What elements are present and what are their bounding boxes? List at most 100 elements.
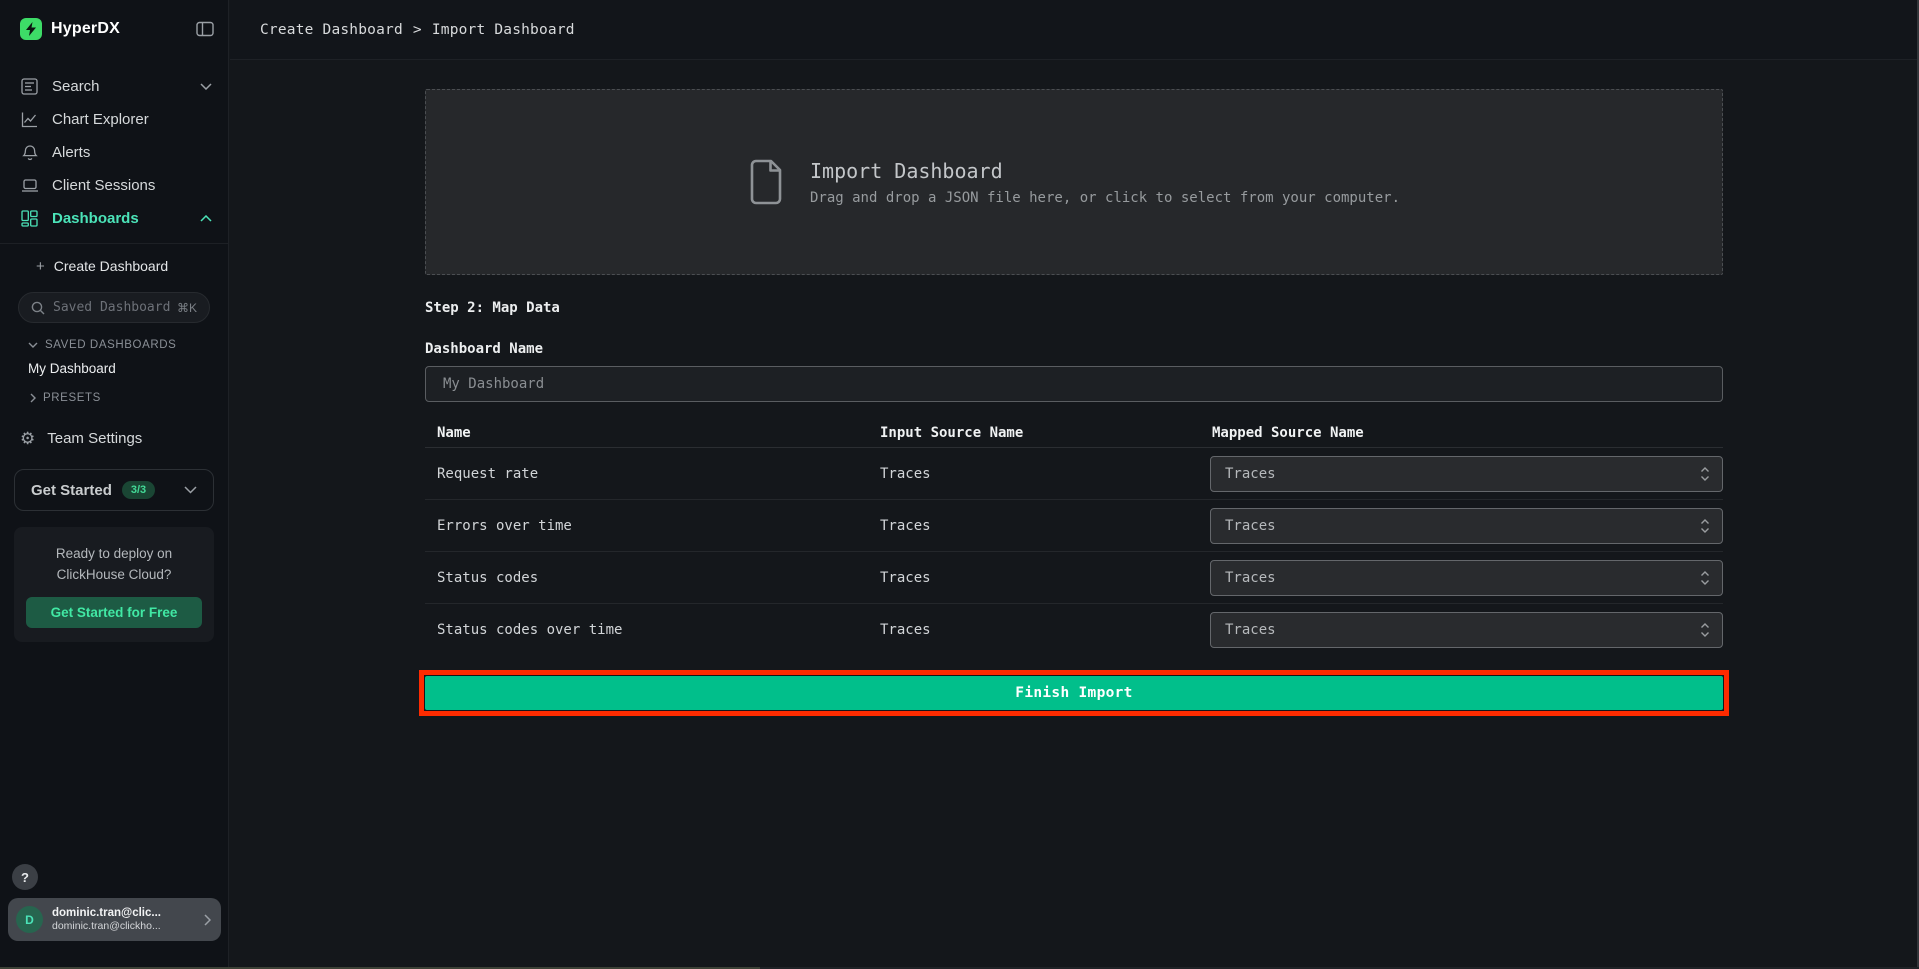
presets-section-toggle[interactable]: PRESETS — [30, 392, 228, 404]
get-started-toggle[interactable]: Get Started 3/3 — [14, 469, 214, 511]
sidebar-item-label: Alerts — [52, 144, 90, 161]
selected-source-value: Traces — [1225, 518, 1276, 534]
help-button[interactable]: ? — [12, 864, 38, 890]
top-bar: Create Dashboard > Import Dashboard — [230, 0, 1919, 60]
mapping-table: Name Input Source Name Mapped Source Nam… — [425, 418, 1723, 656]
input-source-cell: Traces — [868, 466, 1210, 482]
json-file-dropzone[interactable]: Import Dashboard Drag and drop a JSON fi… — [425, 89, 1723, 275]
logo-row: HyperDX — [0, 0, 228, 40]
hyperdx-logo-icon — [20, 18, 42, 40]
select-chevrons-icon — [1700, 466, 1710, 482]
saved-dashboards-section-toggle[interactable]: SAVED DASHBOARDS — [28, 339, 228, 351]
team-settings-button[interactable]: ⚙ Team Settings — [20, 430, 228, 447]
clickhouse-cloud-promo-card: Ready to deploy on ClickHouse Cloud? Get… — [14, 527, 214, 642]
laptop-icon — [20, 176, 39, 195]
dropzone-title: Import Dashboard — [810, 159, 1400, 183]
table-row: Status codes over time Traces Traces — [425, 604, 1723, 656]
sidebar: HyperDX Search Chart Explorer Alerts — [0, 0, 229, 969]
select-chevrons-icon — [1700, 518, 1710, 534]
column-header-input-source: Input Source Name — [868, 425, 1210, 441]
chevron-down-icon — [28, 342, 38, 348]
sidebar-item-label: Dashboards — [52, 210, 139, 227]
finish-import-button[interactable]: Finish Import — [425, 676, 1723, 710]
table-row: Errors over time Traces Traces — [425, 500, 1723, 552]
list-search-icon — [20, 77, 39, 96]
select-chevrons-icon — [1700, 622, 1710, 638]
create-dashboard-label: Create Dashboard — [54, 258, 168, 274]
get-started-label: Get Started — [31, 482, 112, 499]
saved-dashboard-item[interactable]: My Dashboard — [28, 361, 228, 376]
table-row: Request rate Traces Traces — [425, 448, 1723, 500]
breadcrumb-create-dashboard[interactable]: Create Dashboard — [260, 22, 403, 38]
promo-text-line1: Ready to deploy on — [26, 543, 202, 564]
mapped-source-select[interactable]: Traces — [1210, 456, 1723, 492]
column-header-mapped-source: Mapped Source Name — [1210, 425, 1723, 441]
get-started-free-button[interactable]: Get Started for Free — [26, 597, 202, 628]
chevron-up-icon — [200, 215, 212, 222]
saved-dashboards-header-label: SAVED DASHBOARDS — [45, 339, 176, 351]
gear-icon: ⚙ — [20, 430, 35, 447]
dropzone-inner: Import Dashboard Drag and drop a JSON fi… — [748, 159, 1400, 206]
selected-source-value: Traces — [1225, 622, 1276, 638]
dropzone-texts: Import Dashboard Drag and drop a JSON fi… — [810, 159, 1400, 206]
breadcrumb-import-dashboard[interactable]: Import Dashboard — [432, 22, 575, 38]
saved-dashboards-search[interactable]: ⌘K — [18, 292, 210, 323]
sidebar-item-dashboards[interactable]: Dashboards — [0, 202, 228, 235]
input-source-cell: Traces — [868, 518, 1210, 534]
chevron-down-icon — [200, 83, 212, 90]
sidebar-item-search[interactable]: Search — [0, 70, 228, 103]
chart-name-cell: Request rate — [425, 466, 868, 482]
input-source-cell: Traces — [868, 570, 1210, 586]
user-avatar: D — [16, 906, 43, 933]
mapped-source-select[interactable]: Traces — [1210, 560, 1723, 596]
bell-icon — [20, 143, 39, 162]
dropzone-subtitle: Drag and drop a JSON file here, or click… — [810, 190, 1400, 206]
user-name: dominic.tran@clic... — [52, 906, 161, 920]
chart-name-cell: Status codes — [425, 570, 868, 586]
get-started-progress-badge: 3/3 — [122, 481, 155, 499]
chart-name-cell: Errors over time — [425, 518, 868, 534]
breadcrumb-separator: > — [413, 22, 422, 38]
sidebar-item-chart-explorer[interactable]: Chart Explorer — [0, 103, 228, 136]
keyboard-shortcut-hint: ⌘K — [177, 301, 197, 315]
plus-icon: + — [36, 258, 45, 275]
sidebar-collapse-icon[interactable] — [196, 21, 214, 37]
input-source-cell: Traces — [868, 622, 1210, 638]
table-header-row: Name Input Source Name Mapped Source Nam… — [425, 418, 1723, 448]
step-heading: Step 2: Map Data — [425, 300, 1723, 316]
create-dashboard-button[interactable]: + Create Dashboard — [0, 244, 228, 288]
chevron-down-icon — [184, 486, 197, 494]
dashboard-grid-icon — [20, 209, 39, 228]
sidebar-item-client-sessions[interactable]: Client Sessions — [0, 169, 228, 202]
column-header-name: Name — [425, 425, 868, 441]
dashboard-name-input[interactable] — [425, 366, 1723, 402]
search-icon — [31, 301, 45, 315]
user-menu[interactable]: D dominic.tran@clic... dominic.tran@clic… — [8, 898, 221, 941]
selected-source-value: Traces — [1225, 466, 1276, 482]
sidebar-nav: Search Chart Explorer Alerts Client Sess… — [0, 70, 228, 235]
annotation-highlight-box: Finish Import — [425, 676, 1723, 710]
presets-header-label: PRESETS — [43, 392, 101, 404]
user-email: dominic.tran@clickho... — [52, 920, 161, 933]
app-title: HyperDX — [51, 20, 120, 38]
sidebar-item-alerts[interactable]: Alerts — [0, 136, 228, 169]
file-icon — [748, 159, 784, 205]
sidebar-item-label: Search — [52, 78, 100, 95]
sidebar-item-label: Chart Explorer — [52, 111, 149, 128]
chevron-right-icon — [30, 393, 36, 403]
user-texts: dominic.tran@clic... dominic.tran@clickh… — [52, 906, 161, 934]
mapped-source-select[interactable]: Traces — [1210, 612, 1723, 648]
selected-source-value: Traces — [1225, 570, 1276, 586]
dashboard-name-label: Dashboard Name — [425, 341, 1723, 357]
chart-name-cell: Status codes over time — [425, 622, 868, 638]
chart-line-icon — [20, 110, 39, 129]
import-dashboard-content: Import Dashboard Drag and drop a JSON fi… — [230, 60, 1919, 710]
sidebar-item-label: Client Sessions — [52, 177, 155, 194]
mapped-source-select[interactable]: Traces — [1210, 508, 1723, 544]
main-area: Create Dashboard > Import Dashboard Import… — [230, 0, 1919, 969]
team-settings-label: Team Settings — [47, 430, 142, 447]
breadcrumb: Create Dashboard > Import Dashboard — [260, 22, 575, 38]
saved-dashboards-search-input[interactable] — [53, 300, 171, 315]
chevron-right-icon — [204, 914, 211, 926]
table-row: Status codes Traces Traces — [425, 552, 1723, 604]
